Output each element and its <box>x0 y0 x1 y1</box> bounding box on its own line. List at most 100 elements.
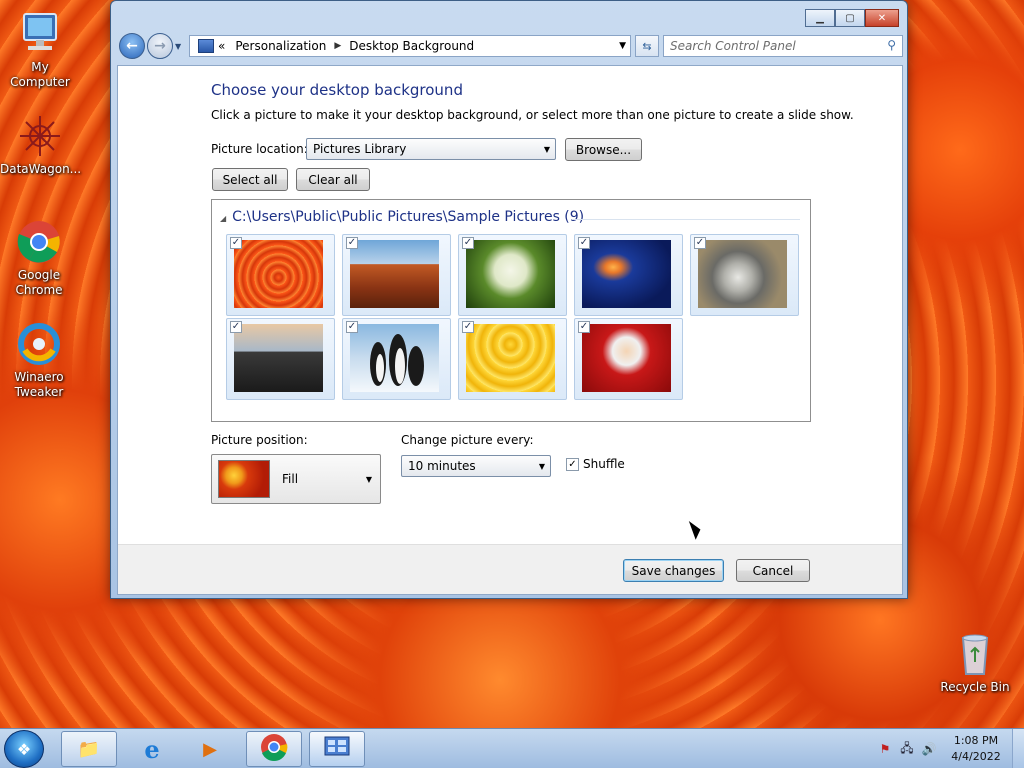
group-divider <box>572 219 800 220</box>
folder-icon: 📁 <box>77 738 101 760</box>
thumbnail-checkbox[interactable]: ✓ <box>346 321 358 333</box>
winaero-tweaker-icon <box>15 320 63 368</box>
media-player-icon: ▶ <box>203 738 217 760</box>
thumbnail-checkbox[interactable]: ✓ <box>462 237 474 249</box>
taskbar: ❖ 📁 e ▶ ⚑ 🖧 🔊 1:08 PM 4/4/2022 <box>0 728 1024 768</box>
recycle-bin-icon <box>951 630 999 678</box>
taskbar-chrome[interactable] <box>246 731 302 767</box>
thumbnail-checkbox[interactable]: ✓ <box>346 237 358 249</box>
desktop-background-window: ▁ ▢ ✕ ← → ▼ « Personalization ▶ Desktop … <box>110 0 908 599</box>
jellyfish-image <box>582 240 671 308</box>
page-description: Click a picture to make it your desktop … <box>211 108 854 122</box>
picture-gallery: ◢ C:\Users\Public\Public Pictures\Sample … <box>211 199 811 422</box>
content-area: Choose your desktop background Click a p… <box>117 65 903 595</box>
position-preview-image <box>218 460 270 498</box>
minimize-button[interactable]: ▁ <box>805 9 835 27</box>
thumbnail-koala[interactable]: ✓ <box>690 234 799 316</box>
desktop-icon-google-chrome[interactable]: Google Chrome <box>0 218 79 298</box>
clear-all-button[interactable]: Clear all <box>296 168 370 191</box>
gallery-group-header[interactable]: ◢ C:\Users\Public\Public Pictures\Sample … <box>220 209 584 225</box>
thumbnail-checkbox[interactable]: ✓ <box>578 237 590 249</box>
shuffle-checkbox[interactable]: ✓ Shuffle <box>566 457 625 471</box>
datawagon-icon <box>16 112 64 160</box>
save-changes-button[interactable]: Save changes <box>623 559 724 582</box>
network-icon[interactable]: 🖧 <box>898 741 916 757</box>
thumbnail-checkbox[interactable]: ✓ <box>230 237 242 249</box>
search-placeholder: Search Control Panel <box>670 39 796 53</box>
koala-image <box>698 240 787 308</box>
collapse-triangle-icon[interactable]: ◢ <box>220 214 226 223</box>
forward-button[interactable]: → <box>147 33 173 59</box>
cancel-button[interactable]: Cancel <box>736 559 810 582</box>
internet-explorer-icon: e <box>144 734 160 764</box>
breadcrumb-personalization[interactable]: Personalization <box>235 39 326 53</box>
thumbnail-checkbox[interactable]: ✓ <box>462 321 474 333</box>
windows-logo-icon: ❖ <box>16 739 32 759</box>
search-input[interactable]: Search Control Panel ⚲ <box>663 35 903 57</box>
thumbnail-penguins[interactable]: ✓ <box>342 318 451 400</box>
hydrangeas-image <box>466 240 555 308</box>
checkbox-checked-icon[interactable]: ✓ <box>566 457 579 471</box>
start-button[interactable]: ❖ <box>4 730 44 768</box>
show-desktop-button[interactable] <box>1012 729 1024 768</box>
back-button[interactable]: ← <box>119 33 145 59</box>
address-dropdown-icon[interactable]: ▼ <box>619 41 626 51</box>
forward-arrow-icon: → <box>154 38 166 54</box>
thumbnail-santa[interactable]: ✓ <box>574 318 683 400</box>
tulips-image <box>466 324 555 392</box>
address-bar[interactable]: « Personalization ▶ Desktop Background ▼ <box>189 35 631 57</box>
picture-location-label: Picture location: <box>211 142 308 156</box>
change-picture-label: Change picture every: <box>401 433 534 447</box>
clock[interactable]: 1:08 PM 4/4/2022 <box>940 733 1012 765</box>
chevron-down-icon: ▼ <box>543 145 550 154</box>
refresh-button[interactable]: ⇆ <box>635 35 659 57</box>
thumbnail-desert[interactable]: ✓ <box>342 234 451 316</box>
chevron-down-icon: ▼ <box>538 462 545 471</box>
picture-location-value: Pictures Library <box>313 142 407 156</box>
desktop-icon-my-computer[interactable]: My Computer <box>0 10 80 90</box>
thumbnail-chrysanthemum[interactable]: ✓ <box>226 234 335 316</box>
page-title: Choose your desktop background <box>211 81 463 99</box>
close-button[interactable]: ✕ <box>865 9 899 27</box>
maximize-button[interactable]: ▢ <box>835 9 865 27</box>
thumbnail-checkbox[interactable]: ✓ <box>230 321 242 333</box>
thumbnail-hydrangeas[interactable]: ✓ <box>458 234 567 316</box>
refresh-icon: ⇆ <box>642 39 652 53</box>
shuffle-label: Shuffle <box>583 457 625 471</box>
thumbnail-checkbox[interactable]: ✓ <box>578 321 590 333</box>
desktop-icon-winaero-tweaker[interactable]: Winaero Tweaker <box>0 320 79 400</box>
desktop-icon-datawagon[interactable]: DataWagon... <box>0 112 81 177</box>
taskbar-control-panel[interactable] <box>309 731 365 767</box>
browse-button[interactable]: Browse... <box>565 138 642 161</box>
desert-image <box>350 240 439 308</box>
change-picture-interval-select[interactable]: 10 minutes ▼ <box>401 455 551 477</box>
taskbar-media-player[interactable]: ▶ <box>182 731 238 767</box>
recent-pages-dropdown[interactable]: ▼ <box>175 42 181 51</box>
computer-icon <box>16 10 64 58</box>
control-panel-icon <box>198 39 214 53</box>
desktop-icon-label: Recycle Bin <box>940 680 1010 694</box>
picture-position-select[interactable]: Fill ▼ <box>211 454 381 504</box>
volume-icon[interactable]: 🔊 <box>920 741 938 757</box>
picture-position-value: Fill <box>282 472 299 486</box>
back-arrow-icon: ← <box>126 38 138 54</box>
action-center-flag-icon[interactable]: ⚑ <box>876 741 894 757</box>
interval-value: 10 minutes <box>408 459 476 473</box>
breadcrumb-desktop-background[interactable]: Desktop Background <box>349 39 474 53</box>
address-overflow[interactable]: « <box>218 39 225 53</box>
thumbnail-checkbox[interactable]: ✓ <box>694 237 706 249</box>
thumbnail-tulips[interactable]: ✓ <box>458 318 567 400</box>
select-all-button[interactable]: Select all <box>212 168 288 191</box>
thumbnail-lighthouse[interactable]: ✓ <box>226 318 335 400</box>
picture-location-select[interactable]: Pictures Library ▼ <box>306 138 556 160</box>
desktop-icon-recycle-bin[interactable]: Recycle Bin <box>935 630 1015 695</box>
chevron-down-icon: ▼ <box>365 475 372 484</box>
thumbnail-jellyfish[interactable]: ✓ <box>574 234 683 316</box>
taskbar-internet-explorer[interactable]: e <box>124 731 180 767</box>
desktop-icon-label: Winaero Tweaker <box>14 370 64 399</box>
search-icon[interactable]: ⚲ <box>887 38 896 52</box>
taskbar-explorer[interactable]: 📁 <box>61 731 117 767</box>
clock-date: 4/4/2022 <box>951 750 1001 763</box>
breadcrumb-separator-icon[interactable]: ▶ <box>334 41 341 51</box>
penguins-image <box>350 324 439 392</box>
